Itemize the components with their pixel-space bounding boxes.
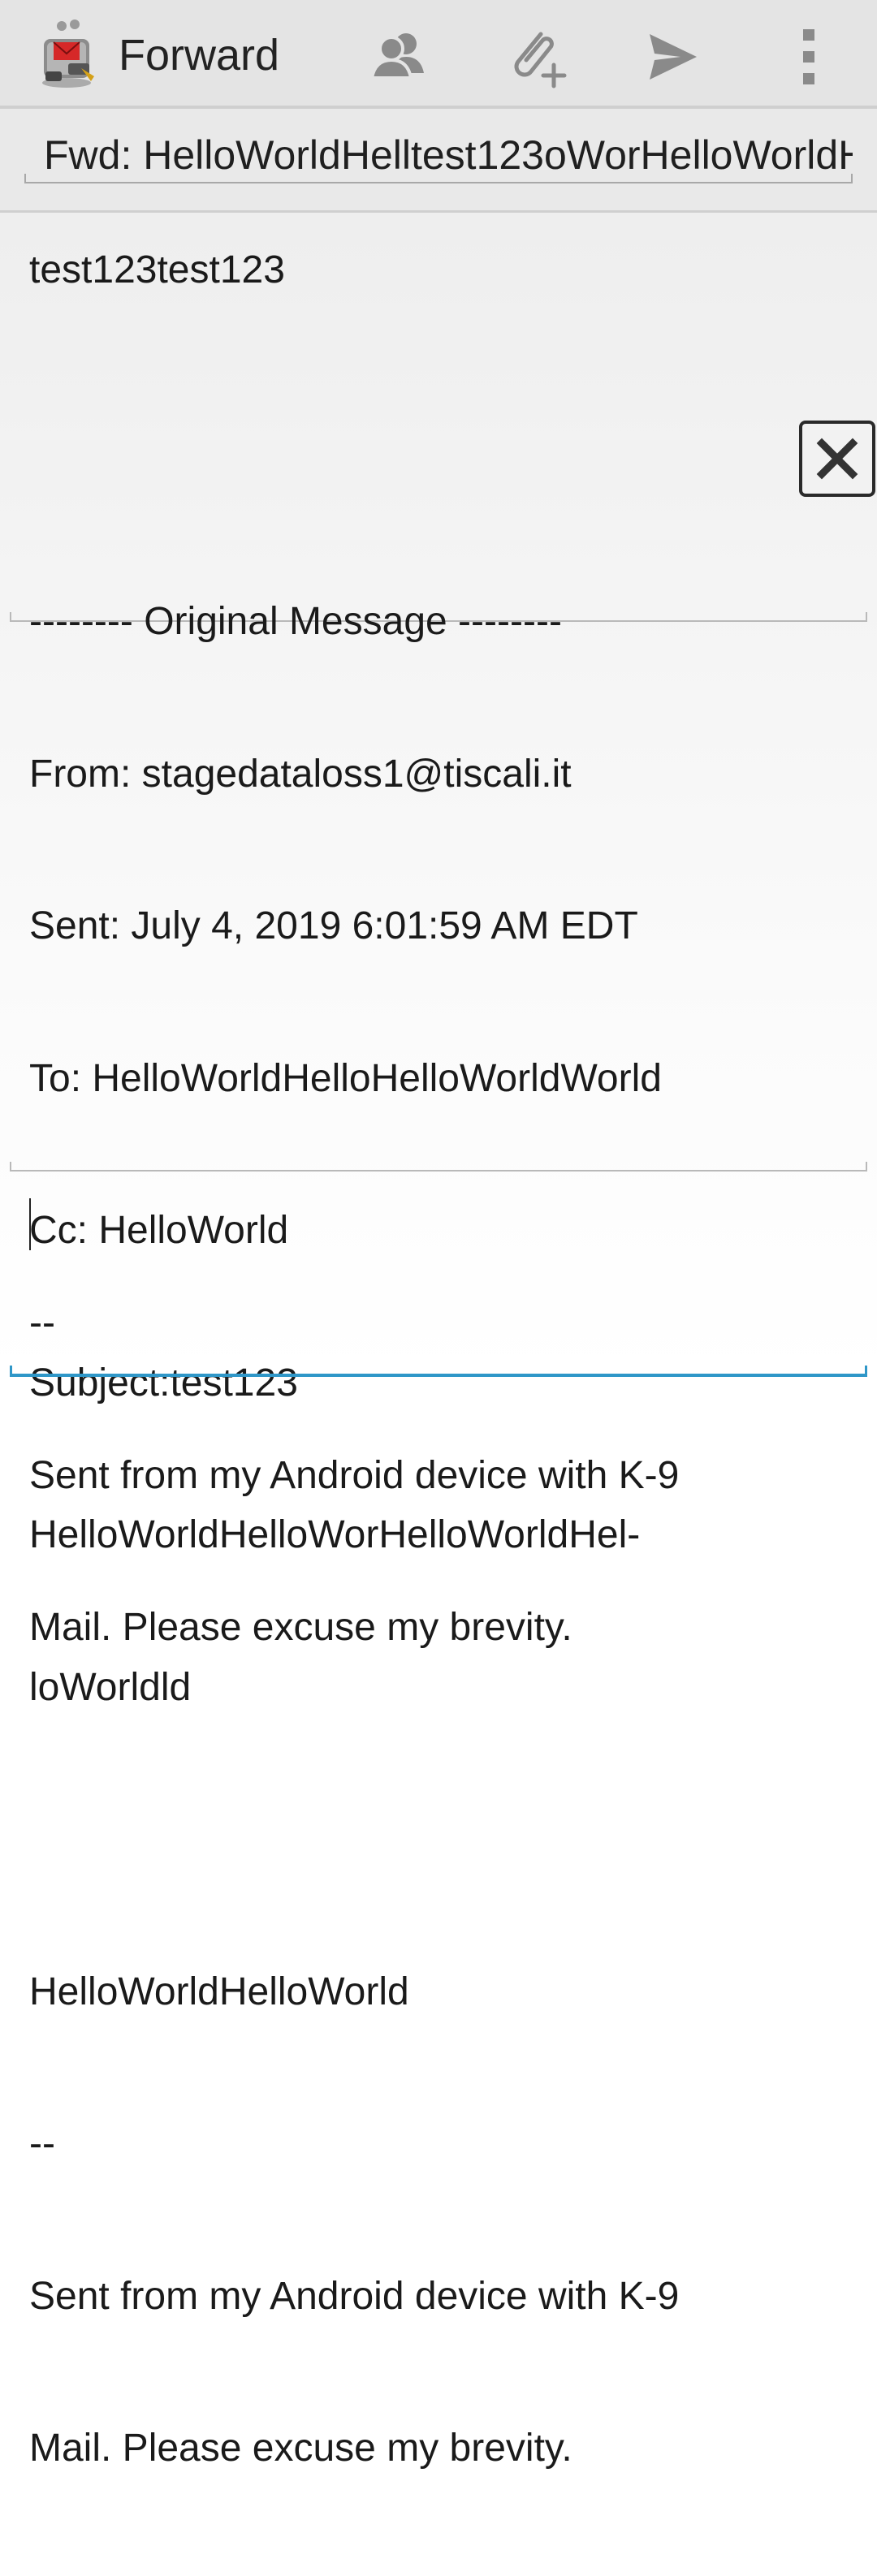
page-title: Forward [119,31,280,80]
overflow-menu-icon [803,29,814,84]
quoted-line: HelloWorldHelloWorld [29,1970,409,2013]
signature-line: Sent from my Android device with K-9 [29,1453,680,1497]
subject-area: Fwd: HelloWorldHelltest123oWorHelloWorld… [0,109,877,213]
app-bar: Forward [0,0,877,109]
signature-focus-underline [10,1366,867,1377]
quoted-line: ​ [29,1814,679,1866]
overflow-menu-button[interactable] [776,24,841,89]
quoted-line: Sent from my Android device with K-9 [29,2274,680,2318]
contacts-icon [369,33,424,80]
text-cursor [29,1198,31,1250]
signature-field[interactable]: -- Sent from my Android device with K-9 … [29,1197,679,1755]
k9-mail-logo-icon[interactable] [36,18,102,89]
subject-field[interactable]: Fwd: HelloWorldHelltest123oWorHelloWorld… [24,125,853,183]
quoted-line: -- [29,2122,55,2165]
attach-icon [514,32,567,88]
compose-content: test123test123 -------- Original Message… [0,213,877,2470]
subject-text: Fwd: HelloWorldHelltest123oWorHelloWorld… [44,132,853,178]
quoted-line: Mail. Please excuse my brevity. [29,2427,572,2470]
close-icon [816,438,858,480]
quoted-line: From: stagedataloss1@tiscali.it [29,752,572,796]
remove-quoted-text-button[interactable] [799,421,875,497]
quoted-message-underline [10,1162,867,1171]
signature-line: Mail. Please excuse my brevity. [29,1606,572,1649]
add-attachment-button[interactable] [503,24,568,89]
signature-line: -- [29,1301,55,1344]
contacts-button[interactable] [367,24,432,89]
quoted-line: To: HelloWorldHelloHelloWorldWorld [29,1056,662,1100]
send-icon [650,34,697,80]
message-body-field[interactable]: test123test123 [29,245,285,296]
quoted-line: Sent: July 4, 2019 6:01:59 AM EDT [29,904,638,947]
quoted-line: -------- Original Message -------- [29,600,562,643]
send-button[interactable] [638,24,703,89]
